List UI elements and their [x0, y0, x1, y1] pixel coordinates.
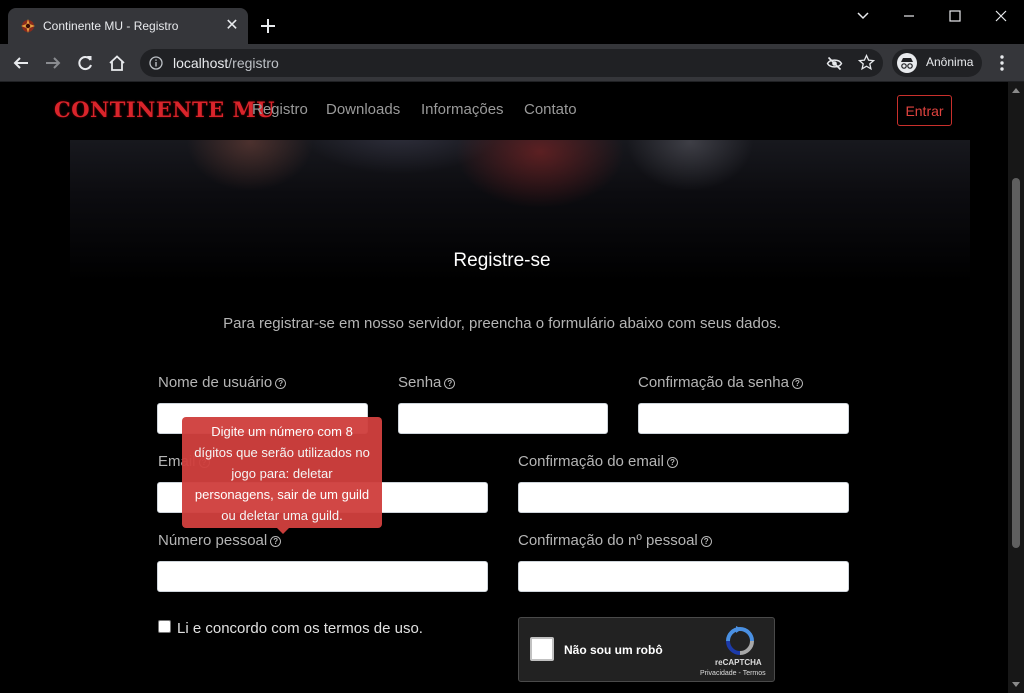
page-viewport: CONTINENTE MU Registro Downloads Informa… [0, 82, 1008, 693]
login-button[interactable]: Entrar [897, 95, 952, 126]
username-label: Nome de usuário? [158, 374, 287, 391]
site-logo[interactable]: CONTINENTE MU [54, 97, 275, 122]
scroll-up-icon[interactable] [1012, 88, 1020, 93]
site-favicon-icon [21, 19, 35, 33]
recaptcha-widget: Não sou um robô reCAPTCHA Privacidade - … [518, 617, 775, 682]
bookmark-star-icon[interactable] [858, 54, 875, 71]
tab-title: Continente MU - Registro [43, 19, 179, 33]
reload-icon[interactable] [72, 50, 98, 76]
tooltip-text: Digite um número com 8 dígitos que serão… [194, 424, 370, 523]
personal-number-confirm-input[interactable] [518, 561, 849, 592]
minimize-icon[interactable] [886, 2, 932, 30]
tab-close-icon[interactable]: ✕ [224, 18, 240, 34]
password-label: Senha? [398, 374, 456, 391]
recaptcha-terms-link[interactable]: Termos [743, 670, 766, 677]
browser-tabstrip: Continente MU - Registro ✕ [0, 0, 1024, 44]
browser-tab[interactable]: Continente MU - Registro ✕ [8, 8, 248, 44]
email-confirm-label: Confirmação do email? [518, 453, 678, 470]
terms-checkbox[interactable] [158, 620, 171, 633]
recaptcha-logo-icon [726, 626, 754, 655]
email-confirm-input[interactable] [518, 482, 849, 513]
profile-label: Anônima [926, 55, 974, 69]
home-icon[interactable] [104, 50, 130, 76]
new-tab-icon[interactable] [256, 14, 280, 38]
site-navbar: CONTINENTE MU Registro Downloads Informa… [0, 82, 1008, 140]
incognito-profile-button[interactable]: Anônima [892, 49, 982, 77]
recaptcha-label: Não sou um robô [564, 643, 663, 657]
help-icon[interactable]: ? [791, 378, 803, 389]
help-icon[interactable]: ? [270, 536, 282, 547]
more-vert-icon[interactable] [992, 52, 1012, 74]
close-window-icon[interactable] [978, 2, 1024, 30]
info-icon[interactable] [149, 56, 163, 70]
address-bar[interactable]: localhost/registro [140, 49, 883, 77]
scrollbar-thumb[interactable] [1012, 178, 1020, 548]
help-icon[interactable]: ? [666, 457, 678, 468]
password-confirm-input[interactable] [638, 403, 849, 434]
help-icon[interactable]: ? [444, 378, 456, 389]
personal-number-confirm-label: Confirmação do nº pessoal? [518, 532, 712, 549]
help-icon[interactable]: ? [275, 378, 287, 389]
nav-link-informacoes[interactable]: Informações [421, 101, 504, 118]
incognito-icon [897, 53, 917, 73]
form-intro-text: Para registrar-se em nosso servidor, pre… [223, 315, 781, 332]
browser-toolbar: localhost/registro Anônima [0, 44, 1024, 82]
recaptcha-links: Privacidade - Termos [700, 670, 766, 677]
nav-link-registro[interactable]: Registro [252, 101, 308, 118]
nav-link-downloads[interactable]: Downloads [326, 101, 400, 118]
tab-search-icon[interactable] [840, 2, 886, 30]
recaptcha-brand: reCAPTCHA [715, 658, 762, 667]
personal-number-input[interactable] [157, 561, 488, 592]
eye-off-icon[interactable] [826, 55, 843, 72]
password-input[interactable] [398, 403, 608, 434]
vertical-scrollbar[interactable] [1008, 82, 1024, 693]
terms-label[interactable]: Li e concordo com os termos de uso. [177, 620, 423, 637]
help-tooltip: Digite um número com 8 dígitos que serão… [182, 417, 382, 534]
page-title: Registre-se [453, 250, 551, 271]
nav-link-contato[interactable]: Contato [524, 101, 577, 118]
recaptcha-privacy-link[interactable]: Privacidade [700, 670, 737, 677]
back-arrow-icon[interactable] [8, 50, 34, 76]
password-confirm-label: Confirmação da senha? [638, 374, 803, 391]
forward-arrow-icon[interactable] [40, 50, 66, 76]
personal-number-label: Número pessoal? [158, 532, 282, 549]
maximize-icon[interactable] [932, 2, 978, 30]
help-icon[interactable]: ? [700, 536, 712, 547]
recaptcha-link-separator: - [738, 670, 741, 677]
recaptcha-checkbox[interactable] [530, 637, 554, 661]
tooltip-arrow [277, 528, 289, 534]
url-text: localhost/registro [173, 55, 279, 71]
scroll-down-icon[interactable] [1012, 682, 1020, 687]
